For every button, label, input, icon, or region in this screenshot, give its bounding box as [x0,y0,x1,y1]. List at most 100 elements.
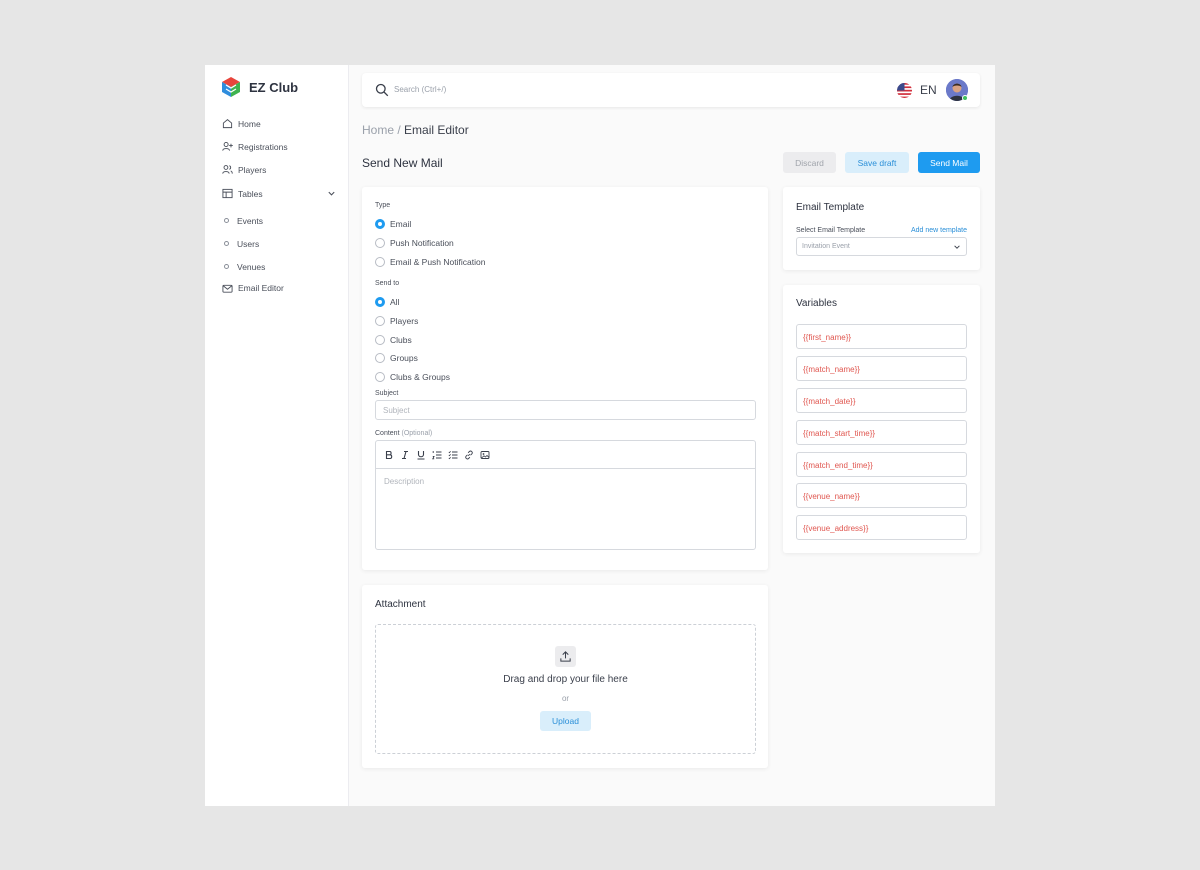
sidebar-item-label: Email Editor [238,283,284,293]
users-icon [221,164,233,176]
variable-item[interactable]: {{match_name}} [796,356,967,381]
radio-icon [375,353,385,363]
chevron-down-icon [954,245,960,249]
send-to-option-all[interactable]: All [375,297,399,307]
sidebar-item-label: Venues [237,261,266,272]
content-placeholder: Description [384,477,425,486]
sidebar-item-registrations[interactable]: Registrations [221,135,336,158]
sidebar-item-players[interactable]: Players [221,158,336,181]
bullet-icon [224,218,229,223]
variable-item[interactable]: {{venue_name}} [796,483,967,508]
italic-icon[interactable] [399,449,410,460]
send-mail-button[interactable]: Send Mail [918,152,980,173]
content-label-text: Content [375,430,400,437]
upload-icon [555,646,576,667]
radio-label: Clubs & Groups [390,372,450,382]
attachment-title: Attachment [375,599,426,610]
language-selector[interactable]: EN [920,83,937,97]
mail-icon [221,282,233,294]
user-plus-icon [221,141,233,153]
breadcrumb-home[interactable]: Home [362,123,394,137]
send-to-option-clubs[interactable]: Clubs [375,335,412,345]
sidebar-item-label: Players [238,164,267,175]
table-icon [221,188,233,200]
upload-button[interactable]: Upload [540,711,591,731]
sidebar-item-venues[interactable]: Venues [221,255,336,278]
variable-item[interactable]: {{match_date}} [796,388,967,413]
radio-icon [375,335,385,345]
template-select-value: Invitation Event [802,243,850,250]
main-content: Search (Ctrl+/) EN Home / Email Editor S… [362,65,980,806]
editor-toolbar [376,441,755,469]
subject-input[interactable]: Subject [375,400,756,420]
email-template-title: Email Template [796,202,865,213]
radio-label: Push Notification [390,238,454,248]
breadcrumb-current: Email Editor [404,123,469,137]
mail-form-card: Type Email Push Notification Email & Pus… [362,187,768,570]
radio-label: Groups [390,353,418,363]
type-option-email-push[interactable]: Email & Push Notification [375,257,485,267]
radio-label: All [390,297,400,307]
search-icon[interactable] [375,83,389,97]
attachment-card: Attachment Drag and drop your file here … [362,585,768,768]
content-optional-hint: (Optional) [401,430,433,437]
radio-label: Clubs [390,335,412,345]
bullet-list-icon[interactable] [447,449,458,460]
subject-label: Subject [375,390,399,397]
home-icon [221,118,233,130]
variable-item[interactable]: {{first_name}} [796,324,967,349]
send-to-option-players[interactable]: Players [375,316,418,326]
underline-icon[interactable] [415,449,426,460]
type-option-push[interactable]: Push Notification [375,238,454,248]
radio-icon [375,372,385,382]
sidebar-item-label: Registrations [238,141,288,152]
brand-name: EZ Club [249,79,299,95]
discard-button[interactable]: Discard [783,152,836,173]
sidebar-item-label: Users [237,238,260,249]
bold-icon[interactable] [383,449,394,460]
content-editor[interactable]: Description [375,440,756,550]
save-draft-button[interactable]: Save draft [845,152,909,173]
bullet-icon [224,241,229,246]
template-select[interactable]: Invitation Event [796,237,967,256]
ordered-list-icon[interactable] [431,449,442,460]
link-icon[interactable] [463,449,474,460]
add-template-link[interactable]: Add new template [911,227,967,234]
sidebar-item-label: Events [237,215,263,226]
variable-item[interactable]: {{venue_address}} [796,515,967,540]
sidebar: EZ Club Home Registrations Players Table… [205,65,349,806]
breadcrumb-separator: / [394,123,405,137]
radio-icon [375,316,385,326]
email-template-card: Email Template Select Email Template Add… [783,187,980,270]
select-template-label: Select Email Template [796,227,866,234]
image-icon[interactable] [479,449,490,460]
send-to-option-groups[interactable]: Groups [375,353,418,363]
type-option-email[interactable]: Email [375,219,411,229]
logo-icon [222,77,240,97]
sidebar-item-home[interactable]: Home [221,112,336,135]
page-title: Send New Mail [362,156,443,170]
sidebar-item-email-editor[interactable]: Email Editor [221,278,336,298]
sidebar-item-events[interactable]: Events [221,209,336,232]
radio-label: Email [390,219,412,229]
app-window: EZ Club Home Registrations Players Table… [205,65,995,806]
file-dropzone[interactable]: Drag and drop your file here or Upload [375,624,756,754]
search-input[interactable]: Search (Ctrl+/) [394,85,446,94]
online-status-dot [962,95,968,101]
breadcrumb: Home / Email Editor [362,123,469,137]
chevron-down-icon[interactable] [327,189,336,198]
brand[interactable]: EZ Club [221,76,298,98]
variable-item[interactable]: {{match_start_time}} [796,420,967,445]
radio-checked-icon [375,219,385,229]
send-to-option-clubs-groups[interactable]: Clubs & Groups [375,372,450,382]
radio-icon [375,257,385,267]
sidebar-item-users[interactable]: Users [221,232,336,255]
variables-card: Variables {{first_name}} {{match_name}} … [783,285,980,553]
dropzone-text: Drag and drop your file here [503,674,628,685]
sidebar-item-tables[interactable]: Tables [221,182,336,205]
or-divider-text: or [561,694,570,703]
variable-item[interactable]: {{match_end_time}} [796,452,967,477]
sidebar-item-label: Home [238,118,261,129]
us-flag-icon[interactable] [897,83,912,98]
radio-checked-icon [375,297,385,307]
